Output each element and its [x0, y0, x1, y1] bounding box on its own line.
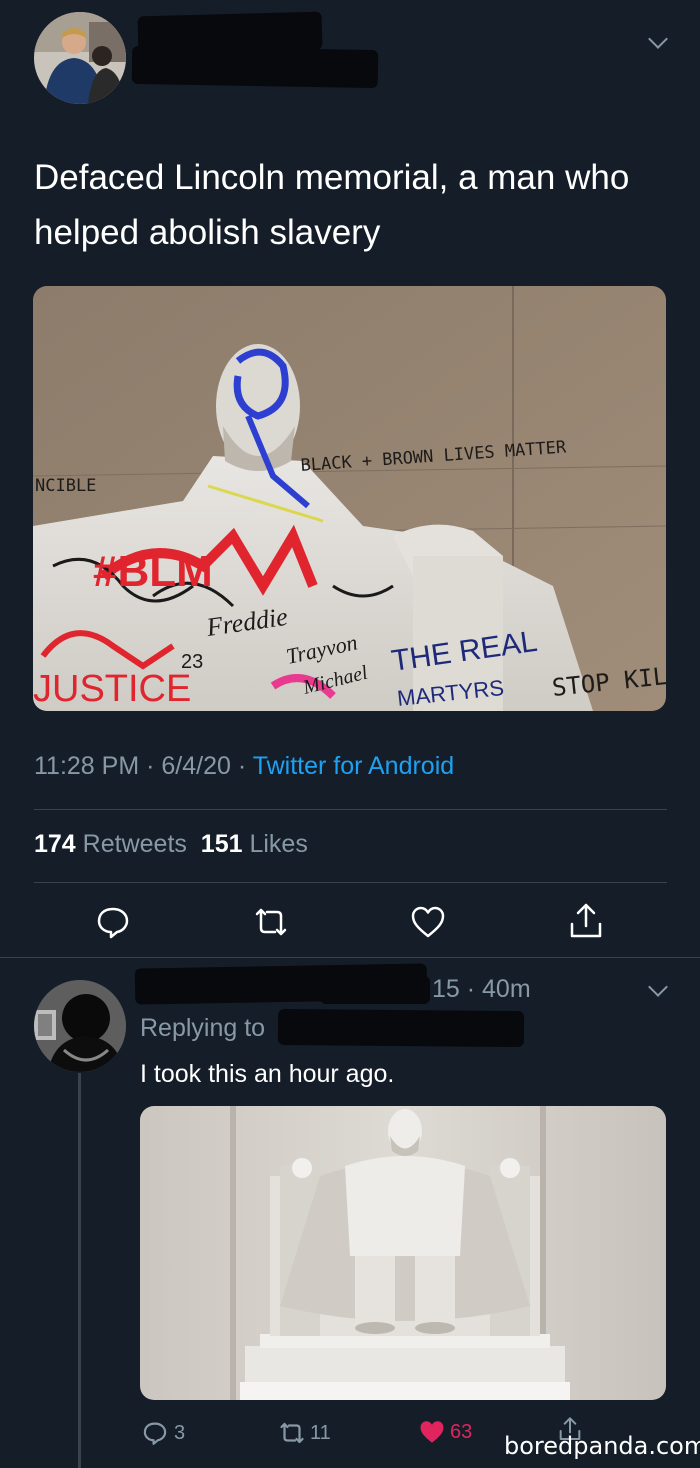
- graffiti-number: 23: [181, 651, 203, 673]
- retweet-icon[interactable]: [251, 906, 291, 938]
- tweet-image[interactable]: NCIBLE BLACK + BROWN LIVES MATTER #BLM F…: [33, 286, 666, 711]
- thread-line: [78, 1073, 81, 1468]
- retweets-label: Retweets: [82, 830, 187, 858]
- heart-icon[interactable]: [418, 1419, 446, 1445]
- tweet-stats: 174 Retweets 151 Likes: [34, 830, 308, 859]
- graffiti-incible: NCIBLE: [35, 476, 96, 496]
- reply-author-avatar[interactable]: [34, 980, 126, 1072]
- retweet-icon[interactable]: [276, 1421, 308, 1445]
- reply-icon[interactable]: [142, 1420, 168, 1446]
- redacted-replying-handle: [277, 1008, 525, 1048]
- meta-separator: ·: [237, 752, 247, 780]
- divider: [0, 957, 700, 958]
- likes-label: Likes: [249, 830, 308, 858]
- retweets-count: 174: [34, 830, 76, 858]
- reply-like-count: 63: [450, 1421, 473, 1443]
- tweet-text: Defaced Lincoln memorial, a man who help…: [34, 158, 630, 252]
- graffiti-justice: JUSTICE: [33, 668, 191, 710]
- reply-reply-count: 3: [174, 1422, 186, 1444]
- tweet-time: 11:28 PM: [34, 752, 140, 780]
- tweet-meta: 11:28 PM · 6/4/20 · Twitter for Android: [34, 752, 454, 781]
- share-icon[interactable]: [568, 902, 604, 940]
- likes-stat[interactable]: 151 Likes: [201, 830, 308, 858]
- divider: [34, 809, 667, 810]
- reply-image[interactable]: [140, 1106, 666, 1400]
- watermark: boredpanda.com: [504, 1432, 700, 1460]
- reply-icon[interactable]: [95, 904, 131, 940]
- replying-to-label: Replying to: [140, 1014, 266, 1042]
- author-avatar[interactable]: [34, 12, 126, 104]
- tweet-source-link[interactable]: Twitter for Android: [253, 752, 454, 780]
- meta-separator: ·: [146, 752, 155, 780]
- chevron-down-icon[interactable]: [648, 977, 668, 997]
- reply-time: 15 · 40m: [432, 975, 531, 1003]
- tweet-date: 6/4/20: [161, 752, 231, 780]
- likes-count: 151: [200, 830, 243, 858]
- heart-icon[interactable]: [410, 905, 446, 939]
- retweets-stat[interactable]: 174 Retweets: [34, 830, 187, 858]
- redacted-handle: [131, 45, 379, 89]
- graffiti-blm: #BLM: [93, 547, 213, 596]
- redacted-reply-handle: [320, 976, 430, 1004]
- divider: [34, 882, 667, 883]
- reply-retweet-count: 11: [310, 1422, 331, 1444]
- reply-text: I took this an hour ago.: [140, 1060, 395, 1088]
- chevron-down-icon[interactable]: [648, 29, 668, 49]
